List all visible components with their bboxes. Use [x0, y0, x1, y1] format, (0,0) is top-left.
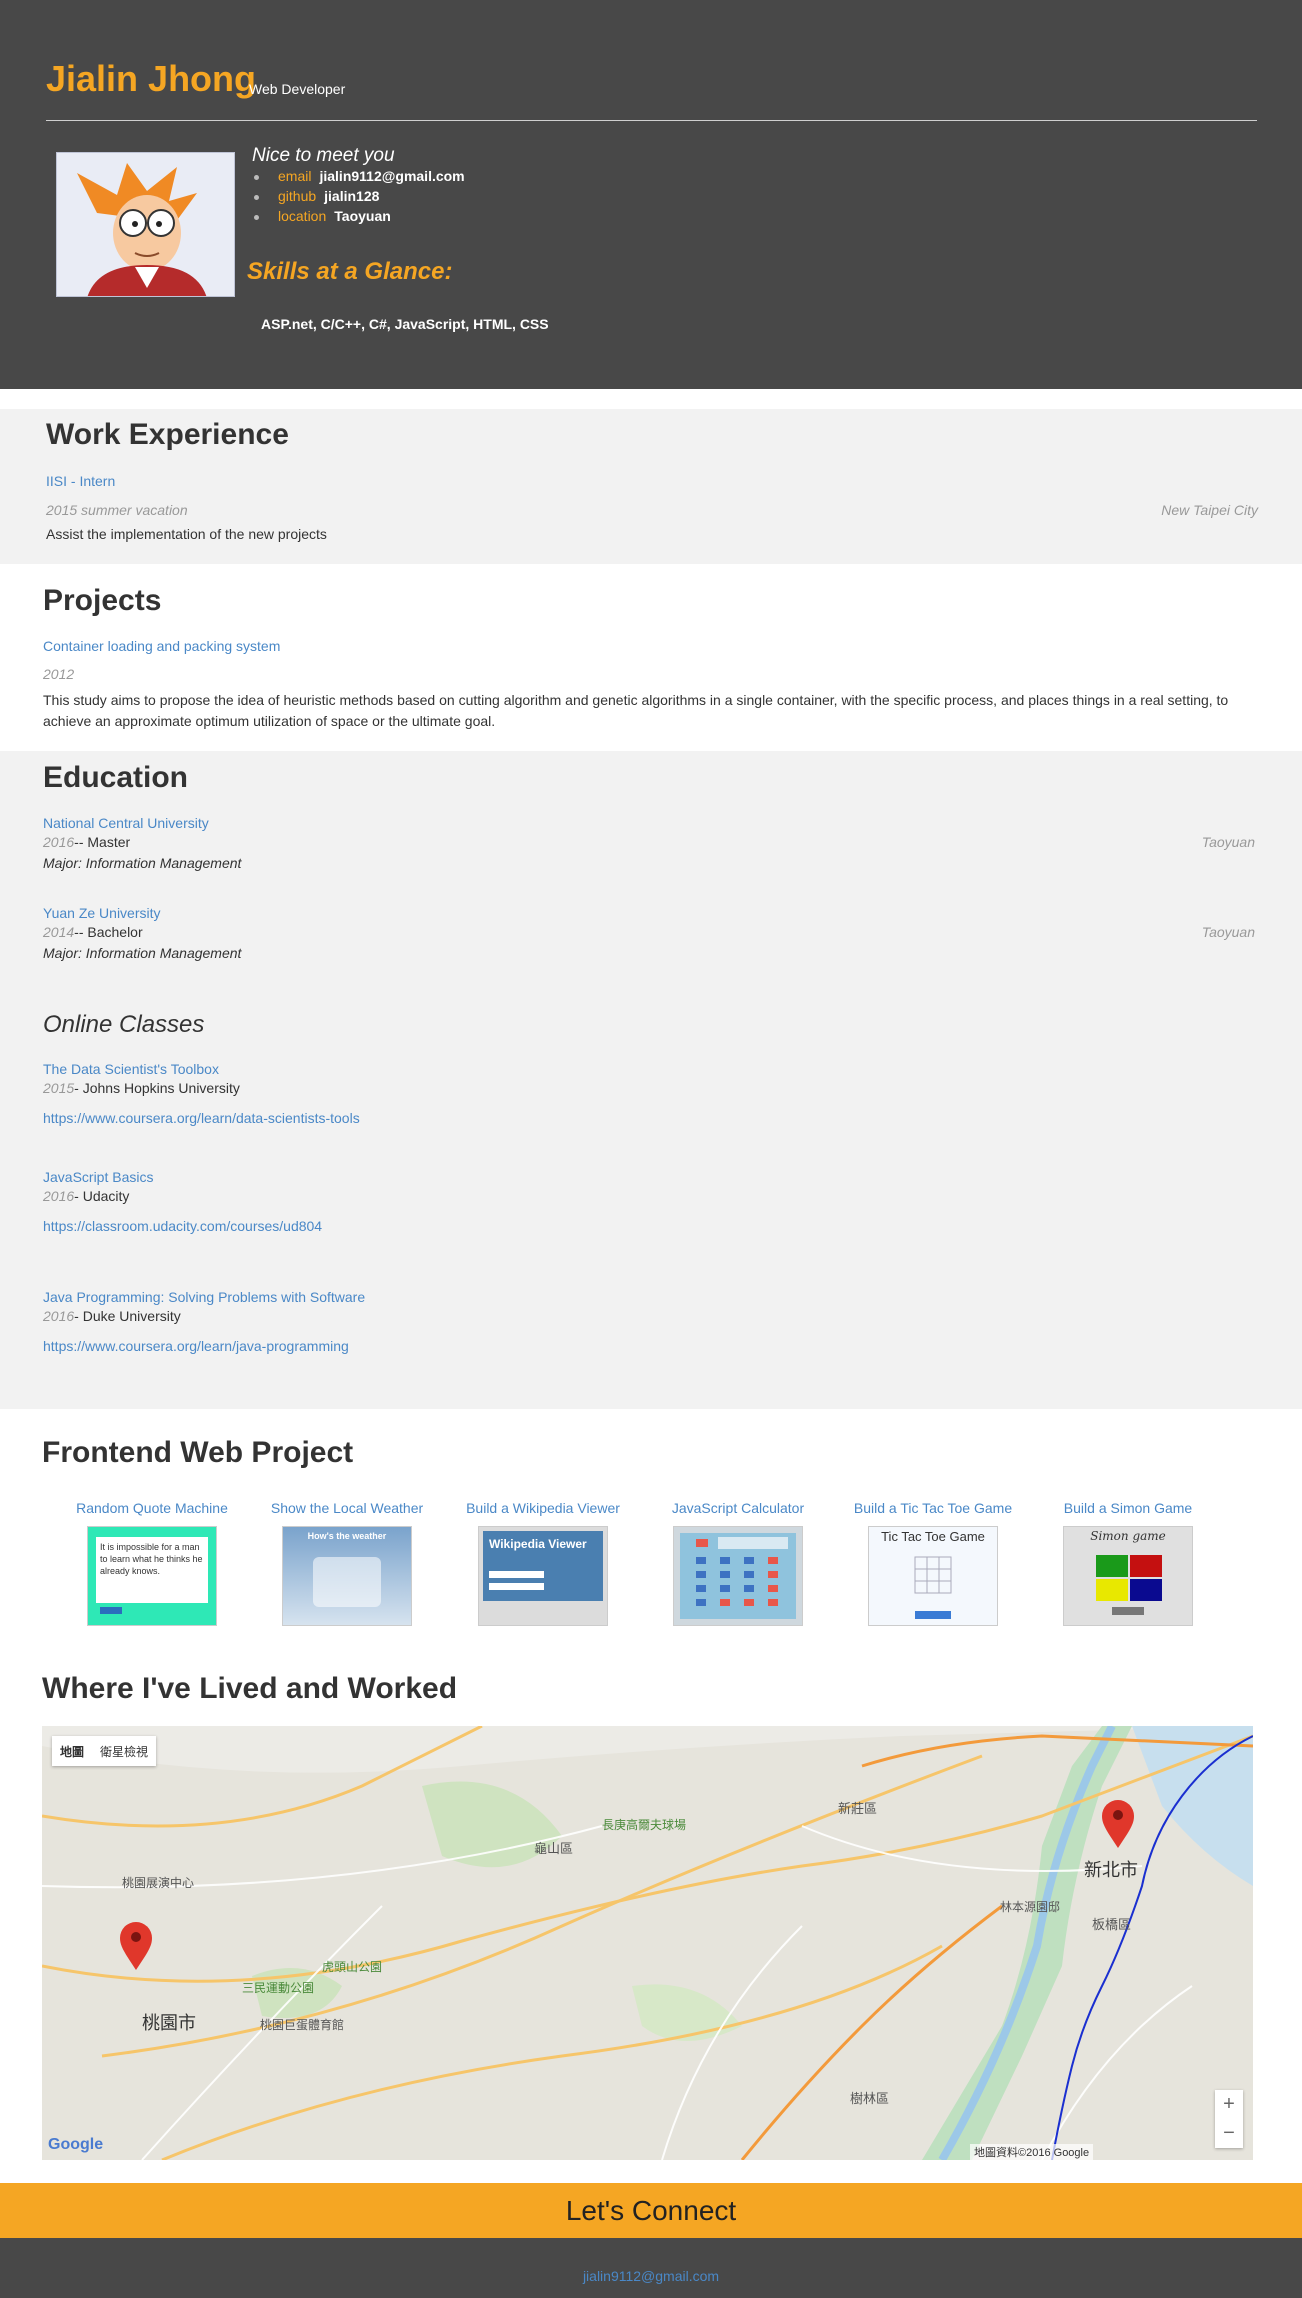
contact-email[interactable]: email jialin9112@gmail.com — [252, 168, 465, 188]
satellite-tab[interactable]: 衛星檢視 — [92, 1743, 156, 1760]
project-description: This study aims to propose the idea of h… — [43, 692, 1229, 729]
frontend-project-link[interactable]: Build a Wikipedia Viewer — [463, 1500, 623, 1522]
map-label: 三民運動公園 — [242, 1981, 315, 1995]
footer-email-link[interactable]: jialin9112@gmail.com — [583, 2268, 719, 2284]
map-label-taoyuan: 桃園市 — [142, 2013, 196, 2033]
map-attribution: 地圖資料©2016 Google — [970, 2144, 1094, 2160]
map-label: 長庚高爾夫球場 — [602, 1818, 687, 1832]
frontend-project-card[interactable]: Random Quote Machine It is impossible fo… — [72, 1500, 232, 1626]
projects-heading: Projects — [43, 584, 162, 617]
school-major: Major: Information Management — [43, 945, 242, 961]
map-label: 虎頭山公園 — [322, 1960, 383, 1974]
project-title-link[interactable]: Container loading and packing system — [43, 638, 280, 654]
simon-game-thumbnail[interactable]: Simon game — [1063, 1526, 1193, 1626]
role-subtitle: Web Developer — [249, 81, 346, 97]
class-school-line: 2016- Udacity — [43, 1188, 130, 1204]
zoom-out-button[interactable]: − — [1215, 2119, 1243, 2148]
skills-list: ASP.net, C/C++, C#, JavaScript, HTML, CS… — [261, 316, 549, 332]
frontend-project-card[interactable]: JavaScript Calculator — [658, 1500, 818, 1626]
education-section: Education National Central University 20… — [0, 751, 1302, 1409]
class-url-link[interactable]: https://www.coursera.org/learn/data-scie… — [43, 1110, 360, 1126]
connect-heading: Let's Connect — [0, 2183, 1302, 2238]
frontend-project-card[interactable]: Build a Wikipedia Viewer Wikipedia Viewe… — [463, 1500, 623, 1626]
contact-github[interactable]: github jialin128 — [252, 188, 465, 208]
greeting: Nice to meet you — [252, 145, 395, 166]
contact-list: email jialin9112@gmail.com github jialin12… — [252, 168, 465, 228]
map-label: 桃園巨蛋體育館 — [260, 2018, 345, 2032]
work-section: Work Experience IISI - Intern 2015 summe… — [0, 409, 1302, 564]
map-label: 樹林區 — [850, 2091, 890, 2106]
header-divider — [46, 120, 1257, 121]
frontend-project-card[interactable]: Build a Tic Tac Toe Game Tic Tac Toe Gam… — [853, 1500, 1013, 1626]
google-logo: Google — [48, 2136, 104, 2153]
map-label: 林本源園邸 — [1000, 1900, 1061, 1914]
map-label: 板橋區 — [1092, 1917, 1132, 1932]
work-heading: Work Experience — [46, 418, 289, 451]
class-title-link[interactable]: Java Programming: Solving Problems with … — [43, 1289, 365, 1305]
frontend-project-card[interactable]: Show the Local Weather How's the weather — [267, 1500, 427, 1626]
class-title-link[interactable]: The Data Scientist's Toolbox — [43, 1061, 219, 1077]
school-link[interactable]: National Central University — [43, 815, 209, 831]
avatar — [56, 152, 235, 297]
location-map[interactable]: 桃園市 新北市 龜山區 桃園展演中心 長庚高爾夫球場 林本源園邸 虎頭山公園 三… — [42, 1726, 1253, 2160]
frontend-project-link[interactable]: Show the Local Weather — [267, 1500, 427, 1522]
contact-location: location Taoyuan — [252, 208, 465, 228]
map-label-new-taipei: 新北市 — [1084, 1860, 1138, 1880]
frontend-project-link[interactable]: JavaScript Calculator — [658, 1500, 818, 1522]
class-url-link[interactable]: https://classroom.udacity.com/courses/ud… — [43, 1218, 322, 1234]
projects-section: Projects Container loading and packing s… — [0, 564, 1302, 751]
skills-title: Skills at a Glance: — [247, 258, 453, 285]
online-classes-heading: Online Classes — [43, 1011, 205, 1038]
class-title-link[interactable]: JavaScript Basics — [43, 1169, 153, 1185]
map-label: 龜山區 — [534, 1841, 574, 1856]
class-url-link[interactable]: https://www.coursera.org/learn/java-prog… — [43, 1338, 349, 1354]
project-date: 2012 — [43, 666, 75, 682]
work-description: Assist the implementation of the new pro… — [46, 526, 327, 542]
school-major: Major: Information Management — [43, 855, 242, 871]
class-school-line: 2016- Duke University — [43, 1308, 181, 1324]
frontend-project-link[interactable]: Build a Tic Tac Toe Game — [853, 1500, 1013, 1522]
school-location: Taoyuan — [1201, 834, 1255, 850]
school-link[interactable]: Yuan Ze University — [43, 905, 161, 921]
footer: jialin9112@gmail.com — [0, 2238, 1302, 2298]
map-type-toggle: 地圖 衛星檢視 — [52, 1736, 157, 1766]
map-label: 桃園展演中心 — [122, 1876, 195, 1890]
frontend-project-link[interactable]: Build a Simon Game — [1048, 1500, 1208, 1522]
map-heading: Where I've Lived and Worked — [42, 1672, 458, 1705]
frontend-project-card[interactable]: Build a Simon Game Simon game — [1048, 1500, 1208, 1626]
education-heading: Education — [43, 761, 189, 794]
weather-thumbnail[interactable]: How's the weather — [282, 1526, 412, 1626]
header: Jialin Jhong Web Developer Nice to meet … — [0, 0, 1302, 389]
school-location: Taoyuan — [1201, 924, 1255, 940]
work-title-link[interactable]: IISI - Intern — [46, 473, 115, 489]
name-title: Jialin Jhong — [46, 58, 257, 99]
wikipedia-viewer-thumbnail[interactable]: Wikipedia Viewer — [478, 1526, 608, 1626]
quote-machine-thumbnail[interactable]: It is impossible for a man to learn what… — [87, 1526, 217, 1626]
map-label: 新莊區 — [838, 1801, 878, 1816]
frontend-heading: Frontend Web Project — [42, 1436, 354, 1469]
school-degree-line: 2014-- Bachelor — [43, 924, 143, 940]
school-degree-line: 2016-- Master — [43, 834, 131, 850]
work-date: 2015 summer vacation — [46, 502, 188, 518]
frontend-project-link[interactable]: Random Quote Machine — [72, 1500, 232, 1522]
class-school-line: 2015- Johns Hopkins University — [43, 1080, 240, 1096]
work-location: New Taipei City — [1161, 502, 1258, 518]
map-zoom-control: + − — [1215, 2090, 1243, 2148]
calculator-thumbnail[interactable] — [673, 1526, 803, 1626]
tic-tac-toe-thumbnail[interactable]: Tic Tac Toe Game — [868, 1526, 998, 1626]
zoom-in-button[interactable]: + — [1215, 2090, 1243, 2119]
map-tab[interactable]: 地圖 — [52, 1743, 92, 1760]
